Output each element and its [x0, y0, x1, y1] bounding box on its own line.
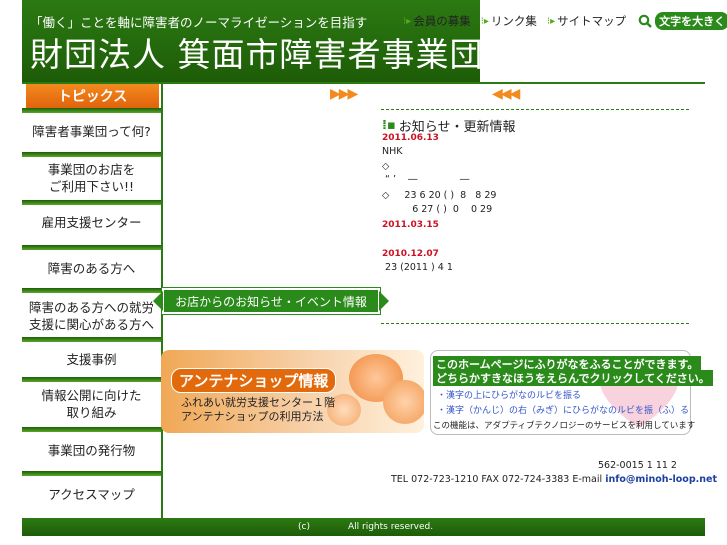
news-text: 6 27 ( ) 0 0 29 — [382, 204, 493, 215]
news-bullet-icon: ⁞▪ — [382, 118, 396, 133]
bullet-icon: ⁝▸ — [480, 15, 489, 27]
news-text: ◇ — [382, 161, 390, 172]
sidebar-item-publications-link[interactable]: 事業団の発行物 — [22, 432, 161, 470]
arrow-left-icon: ◀◀◀ — [492, 86, 520, 102]
divider — [381, 109, 689, 110]
sidebar-item-shops-link[interactable]: 事業団のお店を ご利用下さい!! — [22, 157, 161, 200]
header-links: ⁝▸ 会員の募集 ⁝▸ リンク集 ⁝▸ サイトマップ 文字を大きく — [403, 12, 727, 30]
copyright-mark: (c) — [298, 522, 310, 532]
magnifier-icon — [638, 14, 652, 28]
sidebar-item-label: 事業団のお店を ご利用下さい!! — [47, 162, 136, 194]
sidebar-item-label: 事業団の発行物 — [47, 443, 136, 458]
news-text: NHK — [382, 146, 403, 157]
sidebar-item-label: 情報公開に向けた 取り組み — [41, 387, 142, 420]
news-date[interactable]: 2011.03.15 — [382, 220, 439, 230]
sidebar-item-label: 障害のある方へ — [47, 261, 136, 276]
news-text: “ ’ ― ― — [382, 174, 470, 185]
footer: (c) All rights reserved. — [22, 518, 705, 536]
news-date[interactable]: 2010.12.07 — [382, 249, 439, 259]
antenna-shop-banner[interactable]: アンテナショップ情報 ふれあい就労支援センター１階 アンテナショップの利用方法 — [161, 350, 424, 433]
antenna-shop-title: アンテナショップ情報 — [171, 368, 337, 393]
sidebar-item-what-is-link[interactable]: 障害者事業団って何? — [22, 113, 161, 151]
furigana-heading: どちらかすきなほうをえらんでクリックしてください。 — [433, 370, 713, 386]
sidebar-item-disclosure-link[interactable]: 情報公開に向けた 取り組み — [22, 382, 161, 426]
news-date[interactable]: 2011.06.13 — [382, 133, 439, 143]
bullet-icon: ⁝▸ — [403, 15, 412, 27]
antenna-shop-line: アンテナショップの利用方法 — [181, 410, 324, 423]
organization-title: 財団法人 箕面市障害者事業団 — [30, 35, 484, 74]
email-link[interactable]: info@minoh-loop.net — [605, 474, 717, 485]
divider — [381, 323, 689, 324]
site-tagline: 「働く」ことを軸に障害者のノーマライゼーションを目指す — [30, 15, 368, 30]
links-link[interactable]: ⁝▸ リンク集 — [481, 13, 537, 29]
sidebar-item-employment-support-link[interactable]: 障害のある方への就労 支援に関心がある方へ — [22, 293, 161, 339]
sidebar-item-for-disabled-link[interactable]: 障害のある方へ — [22, 250, 161, 288]
furigana-note: この機能は、アダプティブテクノロジーのサービスを利用しています — [433, 421, 696, 431]
sidebar-item-label: 支援事例 — [66, 352, 117, 367]
sidebar-item-label: アクセスマップ — [48, 487, 135, 502]
contact-info: TEL 072-723-1210 FAX 072-724-3383 E-mail… — [391, 474, 717, 485]
ruby-right-link[interactable]: ・漢字（かんじ）の右（みぎ）にひらがなのルビを振（ふ）る — [437, 403, 689, 416]
news-text: ◇ 23 6 20 ( ) 8 8 29 — [382, 190, 497, 201]
members-link[interactable]: ⁝▸ 会員の募集 — [403, 13, 471, 29]
rose-image — [383, 380, 424, 424]
rights-text: All rights reserved. — [348, 522, 434, 532]
sidebar-item-support-cases-link[interactable]: 支援事例 — [22, 342, 161, 378]
enlarge-text-button[interactable]: 文字を大きく — [638, 12, 727, 30]
sidebar-item-label: 障害者事業団って何? — [32, 124, 151, 139]
ruby-above-link[interactable]: ・漢字の上にひらがなのルビを振る — [437, 388, 581, 401]
sitemap-link[interactable]: ⁝▸ サイトマップ — [547, 13, 626, 29]
news-text: 23 (2011 ) 4 1 — [382, 262, 453, 273]
sidebar-item-label: 雇用支援センター — [41, 215, 142, 230]
sidebar-item-employment-center-link[interactable]: 雇用支援センター — [22, 205, 161, 241]
sidebar-item-label: 障害のある方への就労 支援に関心がある方へ — [28, 299, 154, 332]
sidebar-item-access-map-link[interactable]: アクセスマップ — [22, 476, 161, 514]
arrow-right-icon: ▶▶▶ — [330, 86, 358, 102]
postal-address: 562-0015 1 11 2 — [598, 460, 677, 471]
event-info-button[interactable]: お店からのお知らせ・イベント情報 — [153, 288, 389, 314]
bullet-icon: ⁝▸ — [546, 15, 556, 27]
